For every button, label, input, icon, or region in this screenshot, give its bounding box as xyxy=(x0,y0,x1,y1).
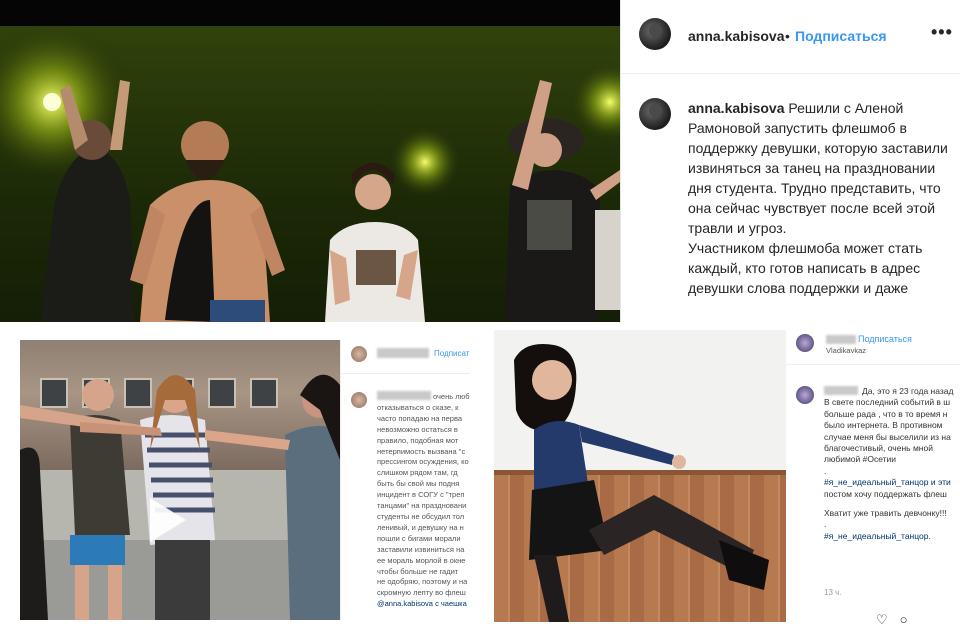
video-thumbnail[interactable] xyxy=(20,340,340,620)
blurred-username xyxy=(377,348,429,358)
video-comment-avatar[interactable] xyxy=(351,392,367,408)
header-separator: • xyxy=(785,28,790,44)
photo-post-divider xyxy=(786,364,960,365)
follow-button[interactable]: Подписаться xyxy=(795,28,887,44)
photo-blurred-username xyxy=(826,335,856,344)
stage-light-left-core xyxy=(43,93,61,111)
photo-post-timestamp: 13 ч. xyxy=(824,588,842,597)
video-post-divider xyxy=(341,373,470,374)
comment-icon[interactable]: ○ xyxy=(900,612,920,627)
photo-post-actions: ♡○ xyxy=(876,612,920,628)
caption-author[interactable]: anna.kabisova xyxy=(688,100,785,116)
instagram-post-panel: anna.kabisova • Подписаться ••• anna.kab… xyxy=(620,0,960,322)
video-post-avatar[interactable] xyxy=(351,346,367,362)
photo-comment-avatar[interactable] xyxy=(796,386,814,404)
post-caption: anna.kabisova Решили с Аленой Рамоновой … xyxy=(688,98,956,298)
dancer-photo xyxy=(494,330,786,622)
dancers-scene xyxy=(20,374,340,620)
dancer-scene xyxy=(514,344,769,622)
video-post-follow-button[interactable]: Подписат xyxy=(434,349,469,358)
heart-icon[interactable]: ♡ xyxy=(876,612,900,627)
concert-photo xyxy=(0,0,620,322)
photo-post-follow-button[interactable]: Подписаться xyxy=(858,334,912,344)
photo-post-avatar[interactable] xyxy=(796,334,814,352)
more-options-icon[interactable]: ••• xyxy=(931,22,953,43)
author-avatar[interactable] xyxy=(639,18,671,50)
stage-light-middle xyxy=(389,126,461,198)
header-divider xyxy=(621,73,960,74)
play-icon[interactable] xyxy=(150,498,186,542)
video-post-comment: очень люб отказываться о сказе, к часто … xyxy=(377,392,470,609)
caption-paragraph-1: anna.kabisova Решили с Аленой Рамоновой … xyxy=(688,100,948,236)
photo-post-panel: Подписаться Vladikavkaz Да, это я 23 год… xyxy=(786,330,960,630)
caption-avatar[interactable] xyxy=(639,98,671,130)
caption-paragraph-2: Участником флешмоба может стать каждый, … xyxy=(688,240,923,296)
video-post-panel: Подписат очень люб отказываться о сказе,… xyxy=(340,340,470,620)
author-username[interactable]: anna.kabisova xyxy=(688,28,785,44)
photo-post-location[interactable]: Vladikavkaz xyxy=(826,346,866,355)
concert-scene xyxy=(0,22,620,322)
photo-post-comment: Да, это я 23 года назад В свете последни… xyxy=(824,386,954,541)
